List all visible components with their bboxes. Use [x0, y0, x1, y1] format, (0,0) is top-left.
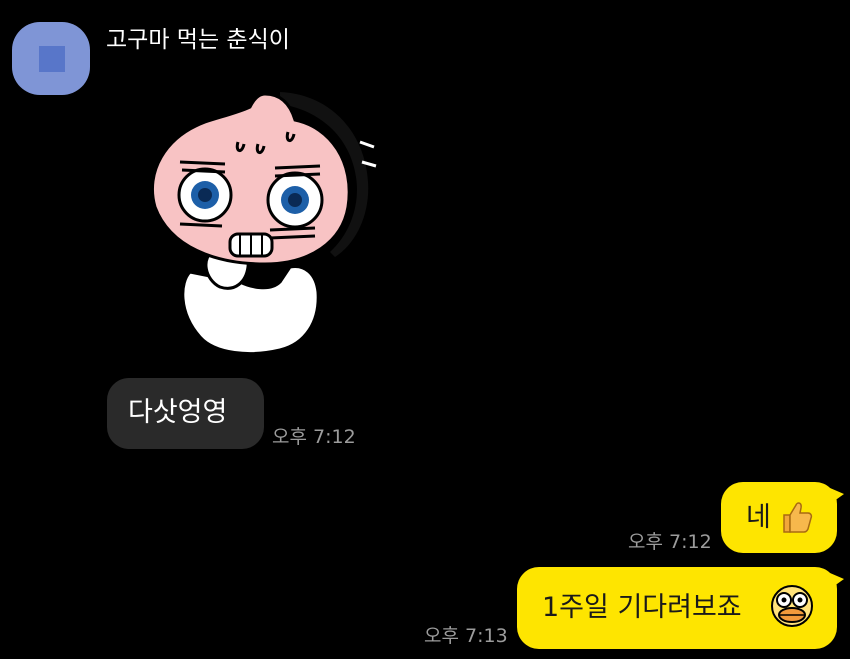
outgoing-message-bubble[interactable]: 네	[721, 482, 844, 553]
sticker-image	[150, 92, 377, 355]
message-text: 1주일 기다려보죠	[542, 592, 742, 623]
bubble-tail	[830, 488, 844, 504]
message-text: 네	[746, 502, 771, 533]
message-text: 다삿엉영	[128, 397, 228, 428]
message-timestamp: 오후 7:12	[628, 531, 712, 553]
outgoing-message-bubble[interactable]: 1주일 기다려보죠	[517, 567, 844, 649]
sweating-peach-character-sticker[interactable]	[130, 82, 380, 362]
avatar-placeholder-icon	[39, 46, 65, 72]
message-timestamp: 오후 7:12	[272, 426, 356, 448]
thumbs-up-icon	[779, 499, 813, 535]
shocked-duck-face-icon	[770, 584, 814, 630]
incoming-message-bubble[interactable]: 다삿엉영	[107, 378, 264, 449]
bubble-tail	[830, 573, 844, 589]
sender-name: 고구마 먹는 춘식이	[106, 27, 290, 53]
sender-avatar[interactable]	[12, 22, 90, 95]
message-timestamp: 오후 7:13	[424, 625, 508, 647]
